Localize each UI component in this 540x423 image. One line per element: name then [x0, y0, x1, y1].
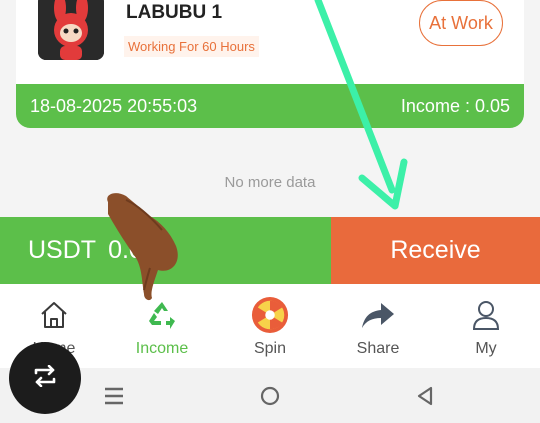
nav-label-share: Share: [356, 340, 400, 357]
bottom-nav: Home Income Spin: [0, 284, 540, 368]
balance-label: USDT: [28, 236, 97, 264]
order-timestamp: 18-08-2025 20:55:03: [30, 95, 198, 116]
nav-item-my[interactable]: My: [432, 284, 540, 368]
recycle-icon: [143, 296, 181, 334]
at-work-button[interactable]: At Work: [419, 0, 503, 46]
home-circle-icon[interactable]: [258, 384, 282, 408]
nav-label-income: Income: [135, 340, 189, 357]
product-thumbnail: [38, 0, 104, 60]
recent-apps-icon[interactable]: [102, 384, 126, 408]
balance-value: 0.02: [108, 236, 157, 264]
home-icon: [35, 296, 73, 334]
receive-button[interactable]: Receive: [331, 217, 540, 284]
product-name: LABUBU 1: [126, 2, 223, 23]
user-icon: [467, 296, 505, 334]
order-footer: 18-08-2025 20:55:03 Income : 0.05: [16, 84, 524, 128]
order-income: Income : 0.05: [400, 95, 510, 116]
share-arrow-icon: [359, 296, 397, 334]
usdt-balance: USDT 0.02: [0, 217, 331, 284]
swap-icon: [32, 364, 58, 392]
back-triangle-icon[interactable]: [413, 384, 437, 408]
nav-item-spin[interactable]: Spin: [216, 284, 324, 368]
order-card: LABUBU 1 Working For 60 Hours At Work 18…: [16, 0, 524, 128]
system-nav-bar: [0, 368, 540, 423]
spin-wheel-icon: [251, 296, 289, 334]
floating-switch-button[interactable]: [9, 342, 81, 414]
no-more-data-text: No more data: [224, 174, 316, 191]
nav-item-income[interactable]: Income: [108, 284, 216, 368]
nav-item-share[interactable]: Share: [324, 284, 432, 368]
nav-label-spin: Spin: [253, 340, 287, 357]
work-duration-tag: Working For 60 Hours: [124, 36, 259, 57]
nav-label-my: My: [475, 340, 497, 357]
